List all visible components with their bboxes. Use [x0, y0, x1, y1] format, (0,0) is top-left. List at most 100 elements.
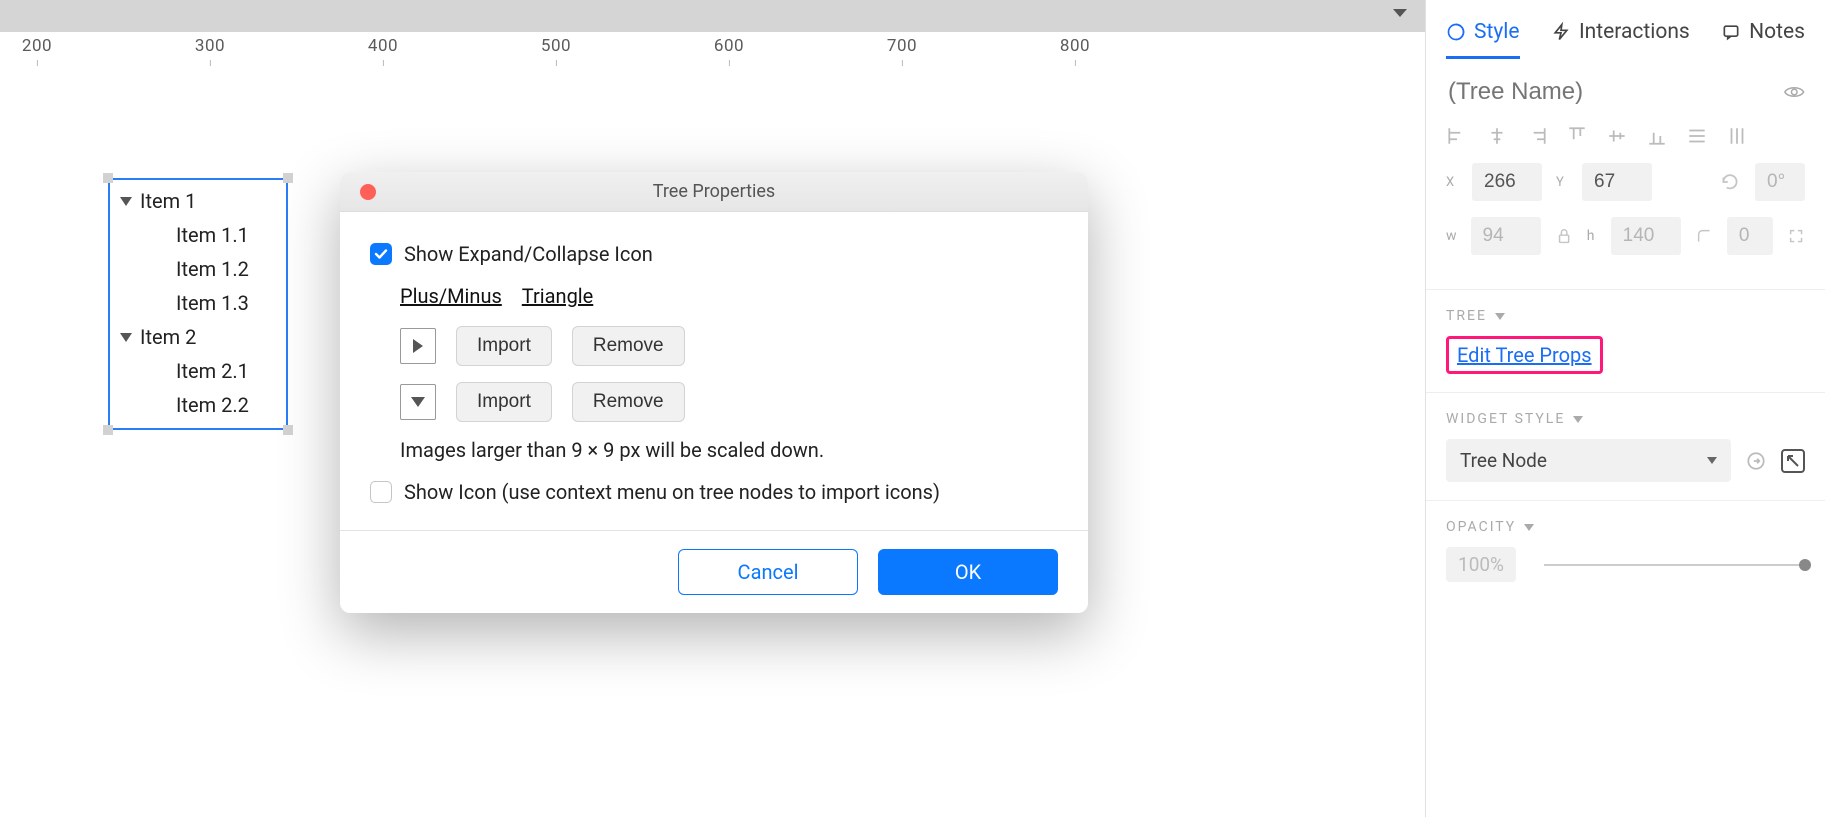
resize-handle-br[interactable] — [283, 425, 293, 435]
y-label: Y — [1556, 175, 1568, 190]
align-center-v-icon[interactable] — [1606, 125, 1628, 147]
rotate-icon[interactable] — [1719, 171, 1741, 193]
align-center-h-icon[interactable] — [1486, 125, 1508, 147]
chevron-down-icon — [1573, 416, 1583, 423]
collapsed-icon-preview[interactable] — [400, 328, 436, 364]
show-expand-collapse-checkbox[interactable] — [370, 243, 392, 265]
chevron-down-icon — [1707, 457, 1717, 464]
tree-node-label: Item 1 — [140, 184, 196, 218]
tree-node-label: Item 2.1 — [176, 354, 249, 388]
tree-node[interactable]: Item 1.1 — [116, 218, 276, 252]
tree-node[interactable]: Item 1 — [116, 184, 276, 218]
h-field[interactable] — [1611, 217, 1681, 255]
ruler-tick: 200 — [22, 32, 52, 60]
triangle-link[interactable]: Triangle — [522, 284, 593, 308]
tab-interactions-label: Interactions — [1579, 20, 1690, 44]
cancel-button[interactable]: Cancel — [678, 549, 858, 595]
triangle-right-icon — [413, 339, 423, 353]
y-field[interactable] — [1582, 163, 1652, 201]
fullscreen-icon[interactable] — [1787, 225, 1805, 247]
align-bottom-icon[interactable] — [1646, 125, 1668, 147]
tree-node-label: Item 1.2 — [176, 252, 249, 286]
triangle-down-icon — [411, 397, 425, 407]
expanded-remove-button[interactable]: Remove — [572, 382, 685, 422]
update-style-icon[interactable] — [1745, 450, 1767, 472]
opacity-field[interactable]: 100% — [1446, 547, 1516, 582]
create-style-icon[interactable] — [1781, 449, 1805, 473]
tree-section: TREE Edit Tree Props — [1426, 290, 1825, 393]
ruler-tick: 700 — [887, 32, 917, 60]
tab-notes[interactable]: Notes — [1721, 10, 1805, 59]
tab-interactions[interactable]: Interactions — [1551, 10, 1690, 59]
close-icon[interactable] — [360, 184, 376, 200]
ruler-tick: 500 — [541, 32, 571, 60]
tree-node[interactable]: Item 2.1 — [116, 354, 276, 388]
ok-button[interactable]: OK — [878, 549, 1058, 595]
w-label: w — [1446, 228, 1457, 244]
tree-node-label: Item 2 — [140, 320, 196, 354]
collapsed-import-button[interactable]: Import — [456, 326, 552, 366]
scale-hint: Images larger than 9 × 9 px will be scal… — [400, 438, 1058, 462]
rotation-field[interactable] — [1755, 163, 1805, 201]
ruler-tick: 400 — [368, 32, 398, 60]
x-label: X — [1446, 175, 1458, 190]
tree-section-head[interactable]: TREE — [1446, 308, 1805, 324]
distribute-v-icon[interactable] — [1726, 125, 1748, 147]
chevron-down-icon — [1524, 524, 1534, 531]
tab-notes-label: Notes — [1749, 20, 1805, 44]
ruler-tick: 300 — [195, 32, 225, 60]
x-field[interactable] — [1472, 163, 1542, 201]
tree-widget[interactable]: Item 1Item 1.1Item 1.2Item 1.3Item 2Item… — [108, 178, 288, 430]
opacity-slider[interactable] — [1544, 564, 1805, 566]
opacity-section: OPACITY 100% — [1426, 501, 1825, 600]
expanded-icon-preview[interactable] — [400, 384, 436, 420]
tree-node[interactable]: Item 2.2 — [116, 388, 276, 422]
tab-style[interactable]: Style — [1446, 10, 1520, 59]
align-left-icon[interactable] — [1446, 125, 1468, 147]
w-field[interactable] — [1471, 217, 1541, 255]
tree-node-label: Item 1.1 — [176, 218, 249, 252]
widget-name-input[interactable] — [1446, 77, 1783, 107]
tab-style-label: Style — [1474, 20, 1520, 44]
h-label: H — [1587, 228, 1597, 244]
caret-down-icon[interactable] — [120, 333, 132, 342]
dialog-titlebar[interactable]: Tree Properties — [340, 172, 1088, 212]
ruler-header — [0, 0, 1425, 32]
properties-panel: Style Interactions Notes — [1425, 0, 1825, 817]
radius-field[interactable] — [1727, 217, 1773, 255]
widget-style-value: Tree Node — [1460, 449, 1547, 472]
opacity-head[interactable]: OPACITY — [1446, 519, 1805, 535]
tree-properties-dialog: Tree Properties Show Expand/Collapse Ico… — [340, 172, 1088, 613]
distribute-h-icon[interactable] — [1686, 125, 1708, 147]
resize-handle-tr[interactable] — [283, 173, 293, 183]
tree-node-label: Item 1.3 — [176, 286, 249, 320]
tree-node[interactable]: Item 2 — [116, 320, 276, 354]
expanded-import-button[interactable]: Import — [456, 382, 552, 422]
resize-handle-bl[interactable] — [103, 425, 113, 435]
dialog-title: Tree Properties — [340, 181, 1088, 202]
edit-tree-props-link[interactable]: Edit Tree Props — [1457, 343, 1592, 367]
corner-radius-icon — [1695, 225, 1713, 247]
visibility-icon[interactable] — [1783, 80, 1805, 104]
resize-handle-tl[interactable] — [103, 173, 113, 183]
widget-style-dropdown[interactable]: Tree Node — [1446, 439, 1731, 482]
align-top-icon[interactable] — [1566, 125, 1588, 147]
widget-style-head[interactable]: WIDGET STYLE — [1446, 411, 1805, 427]
show-icon-label: Show Icon (use context menu on tree node… — [404, 480, 940, 504]
horizontal-ruler: 200300400500600700800 — [0, 0, 1425, 60]
tree-widget-selection[interactable]: Item 1Item 1.1Item 1.2Item 1.3Item 2Item… — [108, 178, 288, 430]
align-right-icon[interactable] — [1526, 125, 1548, 147]
tree-node-label: Item 2.2 — [176, 388, 249, 422]
lock-icon[interactable] — [1555, 225, 1573, 247]
widget-style-section: WIDGET STYLE Tree Node — [1426, 393, 1825, 501]
caret-down-icon[interactable] — [120, 197, 132, 206]
plus-minus-link[interactable]: Plus/Minus — [400, 284, 502, 308]
show-icon-checkbox[interactable] — [370, 481, 392, 503]
ruler-tick: 800 — [1060, 32, 1090, 60]
tree-node[interactable]: Item 1.2 — [116, 252, 276, 286]
canvas-area[interactable]: 200300400500600700800 Item 1Item 1.1Item… — [0, 0, 1425, 817]
show-expand-collapse-label: Show Expand/Collapse Icon — [404, 242, 653, 266]
edit-tree-props-highlight: Edit Tree Props — [1446, 336, 1603, 374]
tree-node[interactable]: Item 1.3 — [116, 286, 276, 320]
collapsed-remove-button[interactable]: Remove — [572, 326, 685, 366]
